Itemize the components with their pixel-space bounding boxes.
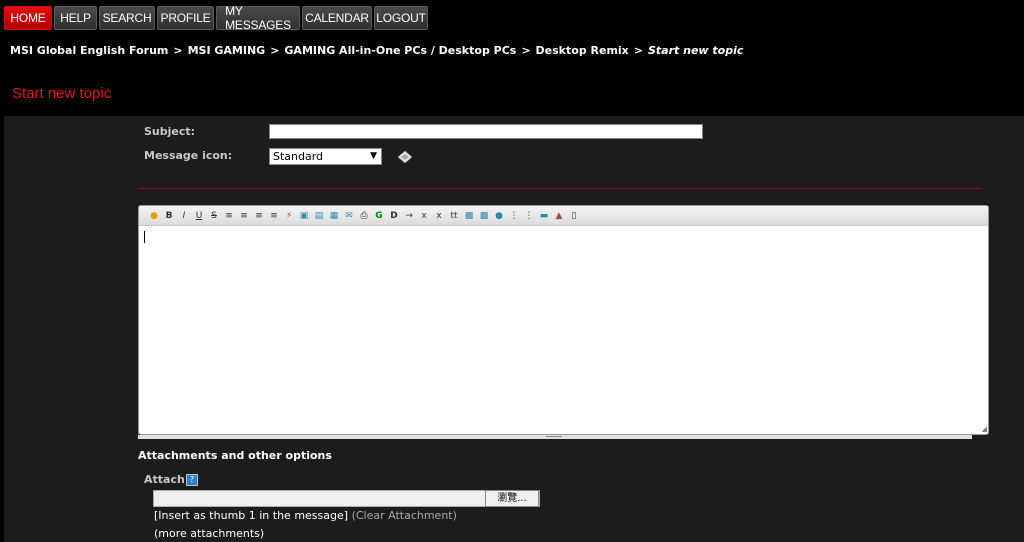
nav-help[interactable]: HELP (54, 6, 97, 30)
code-icon[interactable]: ▩ (463, 210, 475, 222)
image-icon[interactable]: ▣ (298, 210, 310, 222)
glow-icon[interactable]: G (373, 210, 385, 222)
nav-my-messages[interactable]: MY MESSAGES (216, 4, 300, 32)
breadcrumb-separator: > (521, 44, 531, 57)
breadcrumb-separator: > (173, 44, 183, 57)
print-icon[interactable]: ⎙ (358, 210, 370, 222)
strikethrough-icon[interactable]: S (208, 210, 220, 222)
form-divider (138, 188, 982, 189)
justify-icon[interactable]: ≡ (268, 210, 280, 222)
preview-icon[interactable]: ▲ (553, 210, 565, 222)
ordered-list-icon[interactable]: ⋮ (508, 210, 520, 222)
nav-home[interactable]: HOME (4, 6, 52, 30)
align-left-icon[interactable]: ≡ (223, 210, 235, 222)
subject-input[interactable] (269, 124, 703, 139)
more-attachments-link[interactable]: (more attachments) (154, 527, 264, 540)
top-nav: HOME HELP SEARCH PROFILE MY MESSAGES CAL… (4, 4, 428, 32)
post-form-panel: Subject: Message icon: Standard ▼ ● B I … (4, 116, 1024, 542)
attach-label: Attach: (144, 473, 190, 486)
chevron-down-icon: ▼ (370, 151, 377, 161)
message-icon-preview-icon (398, 151, 412, 163)
insert-thumb-link[interactable]: [Insert as thumb 1 in the message] (154, 509, 348, 522)
message-icon-label: Message icon: (144, 149, 233, 162)
superscript-icon[interactable]: x (433, 210, 445, 222)
breadcrumb-desktop-remix[interactable]: Desktop Remix (536, 44, 629, 57)
resize-grip-icon[interactable]: ◢ (982, 425, 987, 433)
document-icon[interactable]: ▯ (568, 210, 580, 222)
subscript-icon[interactable]: x (418, 210, 430, 222)
editor-resize-bar[interactable] (138, 435, 972, 439)
breadcrumb-msi-gaming[interactable]: MSI GAMING (188, 44, 266, 57)
link-icon[interactable]: ▤ (313, 210, 325, 222)
attachment-file-input[interactable]: 瀏覽... (153, 490, 540, 507)
underline-icon[interactable]: U (193, 210, 205, 222)
align-center-icon[interactable]: ≡ (238, 210, 250, 222)
align-right-icon[interactable]: ≡ (253, 210, 265, 222)
shadow-icon[interactable]: D (388, 210, 400, 222)
message-editor[interactable]: ● B I U S ≡ ≡ ≡ ≡ ⚡ ▣ ▤ ▦ ✉ ⎙ G D → x x … (138, 205, 989, 435)
teletype-icon[interactable]: tt (448, 210, 460, 222)
email-icon[interactable]: ✉ (343, 210, 355, 222)
nav-search[interactable]: SEARCH (99, 6, 155, 30)
list-icon[interactable]: ● (493, 210, 505, 222)
hr-icon[interactable]: → (403, 210, 415, 222)
nav-profile[interactable]: PROFILE (157, 6, 214, 30)
nav-logout[interactable]: LOGOUT (374, 6, 428, 30)
breadcrumb-forum[interactable]: MSI Global English Forum (10, 44, 168, 57)
bold-icon[interactable]: B (163, 210, 175, 222)
italic-icon[interactable]: I (178, 210, 190, 222)
table-icon[interactable]: ▦ (328, 210, 340, 222)
page-title: Start new topic (12, 85, 112, 102)
breadcrumb-current: Start new topic (648, 44, 744, 57)
message-icon-select-value: Standard (273, 150, 324, 163)
breadcrumb: MSI Global English Forum > MSI GAMING > GAMI… (10, 44, 743, 57)
text-cursor (144, 231, 145, 243)
subject-label: Subject: (144, 125, 196, 138)
font-icon[interactable]: ▬ (538, 210, 550, 222)
smiley-icon[interactable]: ● (148, 210, 160, 222)
clear-attachment-link[interactable]: (Clear Attachment) (352, 509, 457, 522)
flash-icon[interactable]: ⚡ (283, 210, 295, 222)
breadcrumb-separator: > (270, 44, 280, 57)
attachments-heading: Attachments and other options (138, 449, 332, 462)
move-icon[interactable]: ⋮ (523, 210, 535, 222)
resize-handle[interactable] (546, 436, 562, 437)
message-icon-select[interactable]: Standard ▼ (269, 148, 382, 165)
editor-toolbar: ● B I U S ≡ ≡ ≡ ≡ ⚡ ▣ ▤ ▦ ✉ ⎙ G D → x x … (139, 206, 988, 226)
browse-button[interactable]: 瀏覽... (485, 490, 539, 507)
attachment-options-line: [Insert as thumb 1 in the message] (Clea… (154, 509, 457, 522)
breadcrumb-aio-desktop[interactable]: GAMING All-in-One PCs / Desktop PCs (284, 44, 516, 57)
breadcrumb-separator: > (633, 44, 643, 57)
quote-icon[interactable]: ▩ (478, 210, 490, 222)
nav-calendar[interactable]: CALENDAR (302, 6, 372, 30)
help-icon[interactable]: ? (186, 474, 198, 486)
